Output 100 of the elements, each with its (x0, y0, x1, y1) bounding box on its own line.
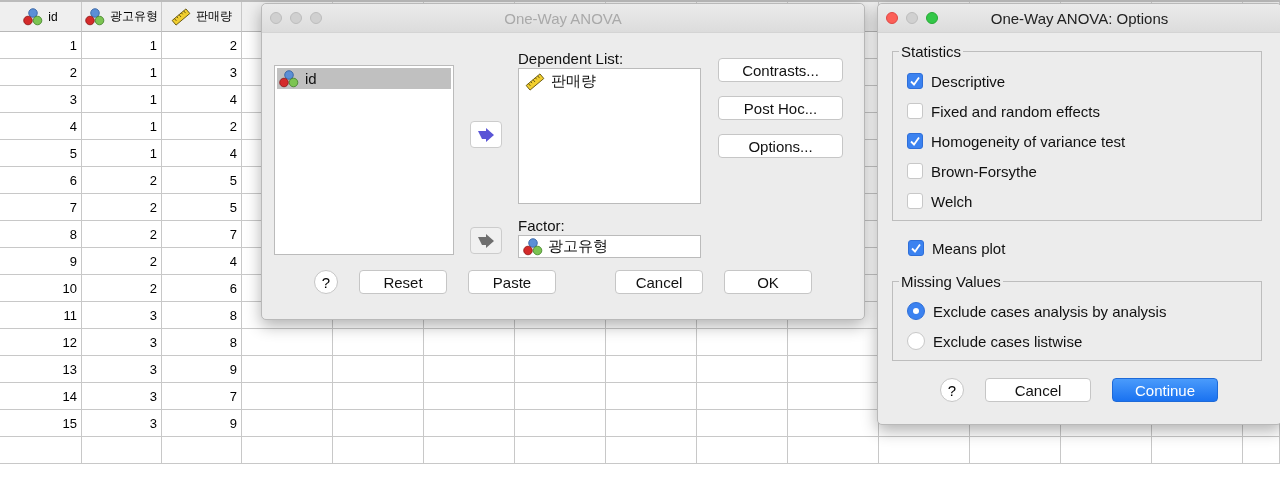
list-item[interactable]: id (277, 68, 451, 89)
checkbox-label: Fixed and random effects (931, 102, 1100, 120)
table-cell: 1 (82, 140, 162, 167)
table-cell: 3 (0, 86, 82, 113)
table-cell: 9 (162, 356, 242, 383)
paste-button[interactable]: Paste (468, 270, 556, 294)
list-item[interactable]: 판매량 (523, 71, 696, 92)
table-cell: 12 (0, 329, 82, 356)
dialog-button[interactable]: Options... (718, 134, 843, 158)
factor-label: Factor: (518, 217, 566, 236)
table-cell: 8 (0, 221, 82, 248)
ok-button[interactable]: OK (724, 270, 812, 294)
window-title: One-Way ANOVA: Options (990, 9, 1169, 27)
variable-name: 광고유형 (548, 237, 608, 257)
checkbox-label: Homogeneity of variance test (931, 132, 1126, 150)
close-button[interactable] (270, 12, 282, 24)
column-name: 판매량 (196, 8, 232, 25)
dialog-button[interactable]: Contrasts... (718, 58, 843, 82)
table-cell: 2 (162, 113, 242, 140)
table-cell: 8 (162, 329, 242, 356)
table-cell: 3 (82, 383, 162, 410)
zoom-button[interactable] (310, 12, 322, 24)
table-cell: 13 (0, 356, 82, 383)
table-cell: 1 (82, 86, 162, 113)
table-cell: 7 (0, 194, 82, 221)
checkbox[interactable] (907, 73, 923, 89)
checkbox-label: Means plot (932, 239, 1006, 257)
table-cell: 4 (162, 248, 242, 275)
table-cell: 3 (162, 59, 242, 86)
table-cell: 9 (162, 410, 242, 437)
window-title: One-Way ANOVA (504, 9, 622, 27)
nominal-variable-icon (23, 7, 44, 26)
group-label: Missing Values (900, 273, 1002, 290)
table-cell: 5 (162, 167, 242, 194)
table-cell: 1 (0, 32, 82, 59)
checkbox[interactable] (907, 193, 923, 209)
radio-button[interactable] (907, 302, 925, 320)
checkbox[interactable] (908, 240, 924, 256)
table-cell: 2 (82, 275, 162, 302)
table-cell: 2 (82, 167, 162, 194)
group-label: Statistics (900, 43, 962, 60)
dependent-list-label: Dependent List: (518, 50, 625, 68)
table-cell: 1 (82, 59, 162, 86)
nominal-variable-icon (279, 69, 299, 88)
radio-label: Exclude cases listwise (933, 332, 1083, 350)
zoom-button[interactable] (926, 12, 938, 24)
nominal-variable-icon (523, 237, 543, 256)
table-cell: 9 (0, 248, 82, 275)
minimize-button[interactable] (906, 12, 918, 24)
table-cell: 4 (162, 140, 242, 167)
help-button[interactable]: ? (314, 270, 338, 294)
table-cell: 1 (82, 32, 162, 59)
table-cell: 3 (82, 356, 162, 383)
checkbox-label: Welch (931, 192, 973, 210)
table-cell: 2 (162, 32, 242, 59)
variable-name: id (305, 70, 317, 87)
close-button[interactable] (886, 12, 898, 24)
move-arrow-button[interactable] (470, 121, 502, 148)
table-cell: 2 (0, 59, 82, 86)
table-cell: 14 (0, 383, 82, 410)
arrow-icon (477, 233, 495, 248)
checkbox-label: Descriptive (931, 72, 1006, 90)
column-name: 광고유형 (110, 8, 158, 25)
table-cell: 7 (162, 383, 242, 410)
checkbox[interactable] (907, 163, 923, 179)
table-cell: 11 (0, 302, 82, 329)
table-cell: 2 (82, 248, 162, 275)
variable-name: 판매량 (551, 72, 596, 91)
help-button[interactable]: ? (940, 378, 964, 402)
table-cell: 8 (162, 302, 242, 329)
table-cell: 6 (162, 275, 242, 302)
reset-button[interactable]: Reset (359, 270, 447, 294)
cancel-button[interactable]: Cancel (615, 270, 703, 294)
table-cell: 3 (82, 410, 162, 437)
minimize-button[interactable] (290, 12, 302, 24)
table-cell: 5 (0, 140, 82, 167)
checkbox[interactable] (907, 103, 923, 119)
table-cell: 1 (82, 113, 162, 140)
dialog-button[interactable]: Continue (1112, 378, 1218, 402)
factor-field[interactable]: 광고유형 (518, 235, 701, 258)
table-cell: 2 (82, 221, 162, 248)
column-header[interactable]: 광고유형 (82, 2, 162, 32)
radio-label: Exclude cases analysis by analysis (933, 302, 1167, 320)
table-cell: 10 (0, 275, 82, 302)
dialog-button[interactable]: Post Hoc... (718, 96, 843, 120)
table-cell: 5 (162, 194, 242, 221)
table-cell: 15 (0, 410, 82, 437)
dialog-button[interactable]: Cancel (985, 378, 1091, 402)
column-header[interactable]: 판매량 (162, 2, 242, 32)
column-name: id (48, 9, 58, 24)
radio-button[interactable] (907, 332, 925, 350)
table-cell: 2 (82, 194, 162, 221)
table-cell: 6 (0, 167, 82, 194)
arrow-icon (477, 127, 495, 142)
table-cell: 4 (0, 113, 82, 140)
nominal-variable-icon (85, 7, 105, 26)
table-cell: 3 (82, 302, 162, 329)
column-header[interactable]: id (0, 2, 82, 32)
checkbox[interactable] (907, 133, 923, 149)
checkbox-label: Brown-Forsythe (931, 162, 1037, 180)
